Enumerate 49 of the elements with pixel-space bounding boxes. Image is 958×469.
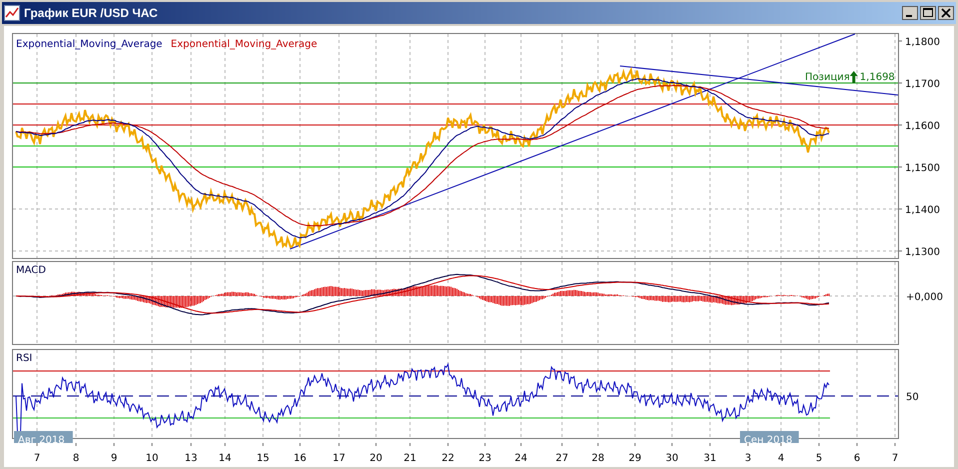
date-axis-label: 28 — [592, 453, 604, 464]
macd-title: MACD — [16, 265, 46, 276]
price-axis-label: 1,1700 — [905, 79, 940, 90]
price-axis-label: 1,1600 — [905, 121, 940, 132]
date-axis-label: 23 — [478, 453, 492, 464]
date-axis-label: 22 — [442, 453, 454, 464]
maximize-button[interactable] — [920, 6, 936, 20]
window-title: График EUR /USD ЧАС — [24, 6, 158, 20]
position-price: 1,1698 — [860, 72, 895, 83]
price-axis-label: 1,1800 — [905, 37, 940, 48]
position-label: Позиция — [805, 72, 850, 83]
minimize-button[interactable] — [902, 6, 918, 20]
up-arrow-icon — [850, 71, 858, 83]
date-axis-label: 8 — [72, 453, 80, 464]
rsi-axis-label: 50 — [906, 392, 919, 404]
date-axis-label: 7 — [34, 453, 40, 464]
price-axis-label: 1,1500 — [905, 163, 940, 174]
date-axis-label: 14 — [218, 453, 232, 464]
resistance-line[interactable] — [12, 124, 898, 126]
support-line[interactable] — [12, 82, 898, 84]
month-label: Авг 2018 — [14, 431, 73, 444]
trend-line[interactable] — [620, 66, 898, 96]
date-axis-label: 5 — [816, 453, 822, 464]
date-axis-label: 31 — [704, 453, 716, 464]
date-axis-label: 15 — [256, 453, 270, 464]
price-axis-label: 1,1300 — [905, 247, 940, 258]
date-axis-label: 10 — [146, 453, 158, 464]
date-axis-label: 21 — [404, 453, 416, 464]
date-axis-label: 3 — [744, 453, 752, 464]
date-axis-label: 13 — [184, 453, 198, 464]
macd-axis-label: +0,000 — [906, 292, 944, 304]
chart-icon — [4, 5, 20, 21]
month-label: Сен 2018 — [740, 431, 799, 444]
date-axis-label: 4 — [778, 453, 784, 464]
price-axis-label: 1,1400 — [905, 205, 940, 216]
indicator-legend: Exponential_Moving_Average — [16, 39, 162, 50]
date-axis-label: 20 — [370, 453, 382, 464]
rsi-title: RSI — [16, 353, 32, 364]
date-axis-label: 9 — [110, 453, 118, 464]
date-axis-label: 6 — [854, 453, 860, 464]
date-axis-label: 7 — [892, 453, 898, 464]
date-axis-label: 24 — [514, 453, 528, 464]
date-axis-label: 17 — [332, 453, 346, 464]
date-axis-label: 30 — [666, 453, 678, 464]
close-button[interactable] — [938, 6, 954, 20]
date-axis-label: 27 — [556, 453, 568, 464]
date-axis-label: 29 — [628, 453, 642, 464]
date-axis-label: 16 — [294, 453, 306, 464]
indicator-legend: Exponential_Moving_Average — [170, 39, 318, 50]
